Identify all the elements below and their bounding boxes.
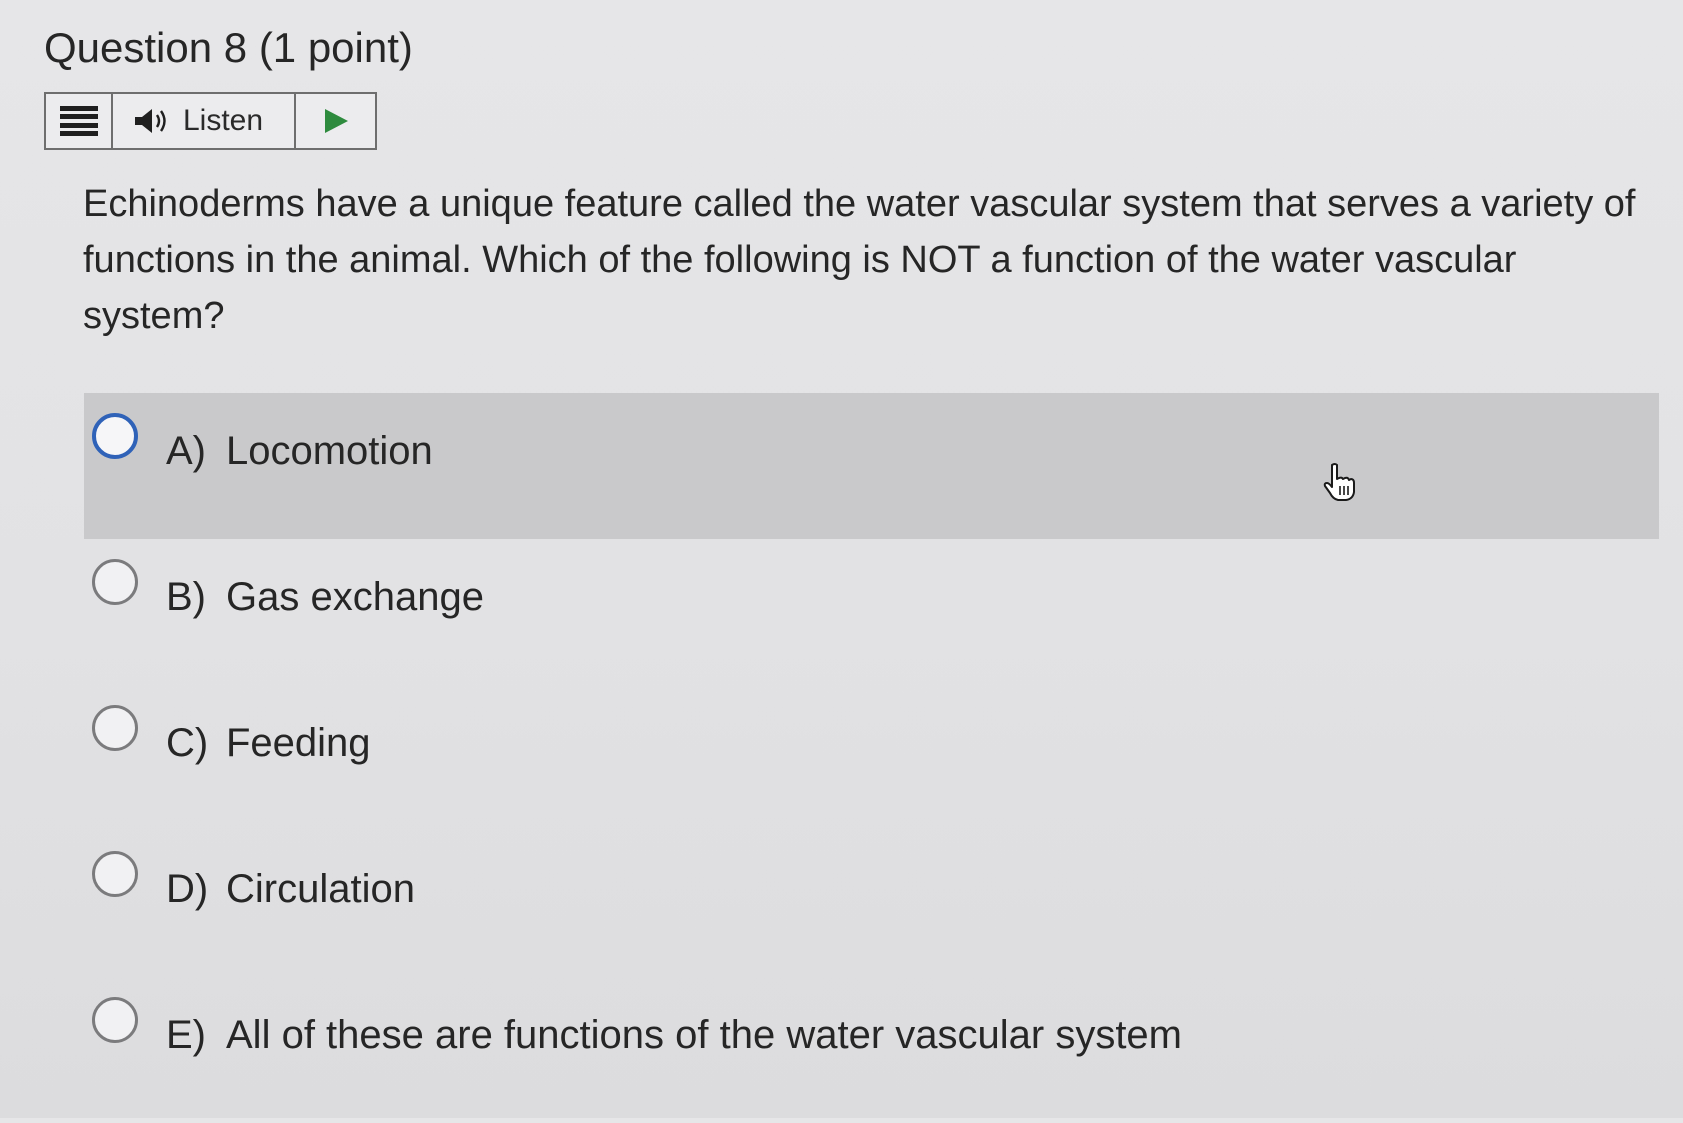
option-letter: D) — [166, 867, 209, 911]
question-title: Question 8 (1 point) — [44, 22, 413, 74]
option-a[interactable]: A) Locomotion — [84, 393, 1659, 539]
option-letter: C) — [166, 721, 209, 765]
answer-options: A) Locomotion B) Gas exchange C) Feeding… — [84, 393, 1659, 1123]
question-stem: Echinoderms have a unique feature called… — [83, 183, 1636, 337]
option-text: Locomotion — [226, 429, 433, 473]
question-name: Question 8 — [44, 24, 248, 71]
radio-button[interactable] — [92, 705, 138, 751]
option-text: All of these are functions of the water … — [226, 1013, 1182, 1057]
radio-button[interactable] — [92, 413, 138, 459]
option-b[interactable]: B) Gas exchange — [84, 539, 1659, 685]
listen-menu-button[interactable] — [46, 94, 113, 148]
option-letter: E) — [166, 1013, 206, 1057]
option-text: Feeding — [226, 721, 371, 765]
listen-toolbar: Listen — [44, 92, 377, 150]
speaker-icon — [135, 109, 166, 133]
play-button[interactable] — [296, 94, 375, 148]
radio-button[interactable] — [92, 559, 138, 605]
radio-button[interactable] — [92, 997, 138, 1043]
option-text: Gas exchange — [226, 575, 484, 619]
option-c[interactable]: C) Feeding — [84, 685, 1659, 831]
option-letter: A) — [166, 429, 206, 473]
option-letter: B) — [166, 575, 206, 619]
option-e[interactable]: E) All of these are functions of the wat… — [84, 977, 1659, 1123]
menu-icon — [59, 106, 98, 136]
option-d[interactable]: D) Circulation — [84, 831, 1659, 977]
quiz-page: Question 8 (1 point) Listen Echinoderms … — [0, 0, 1683, 1118]
listen-button[interactable]: Listen — [113, 94, 296, 148]
play-icon — [324, 109, 348, 133]
listen-label: Listen — [183, 104, 264, 137]
radio-button[interactable] — [92, 851, 138, 897]
option-text: Circulation — [226, 867, 415, 911]
question-points: (1 point) — [258, 24, 413, 71]
hand-pointer-icon — [1323, 463, 1355, 501]
